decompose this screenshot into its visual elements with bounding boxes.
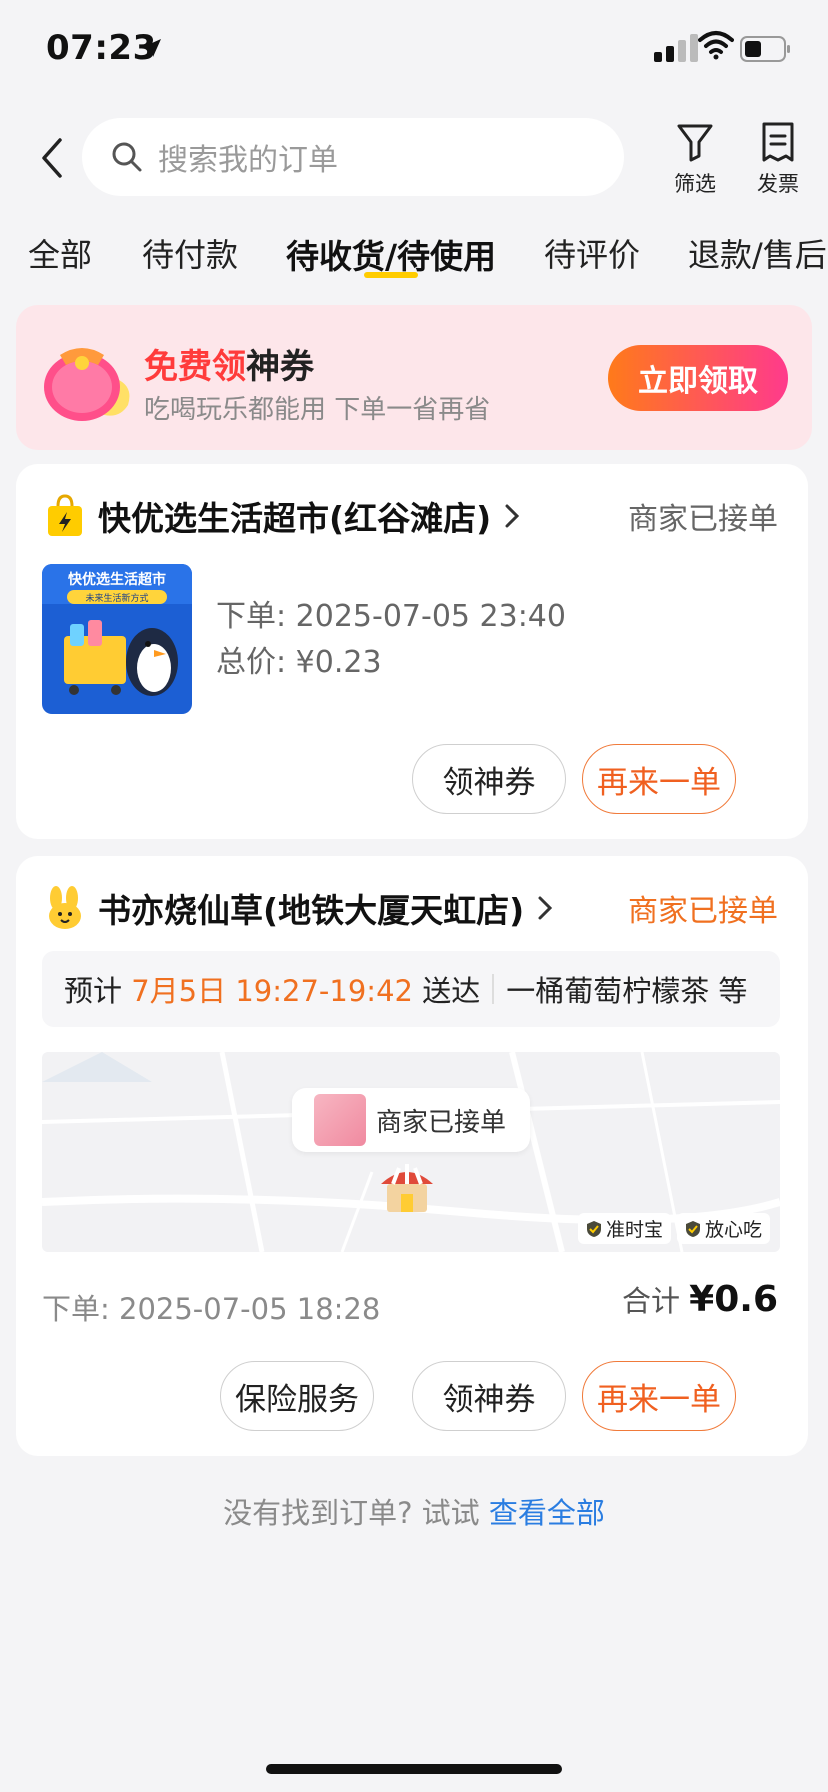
get-coupon-button[interactable]: 领神券 <box>412 744 566 814</box>
order-status: 商家已接单 <box>628 894 778 929</box>
eta-prefix: 预计 <box>64 974 123 1008</box>
eta-suffix: 送达 <box>422 974 481 1008</box>
claim-coupon-button[interactable]: 立即领取 <box>608 345 788 411</box>
insurance-service-button[interactable]: 保险服务 <box>220 1361 374 1431</box>
get-coupon-button[interactable]: 领神券 <box>412 1361 566 1431</box>
search-input[interactable]: 搜索我的订单 <box>82 118 624 196</box>
filter-button[interactable]: 筛选 <box>660 120 730 198</box>
coupon-promo-banner[interactable]: 免费领神券 吃喝玩乐都能用 下单一省再省 立即领取 <box>16 305 812 450</box>
order-total: 合计 ¥0.6 <box>622 1278 778 1320</box>
active-tab-indicator <box>364 272 418 278</box>
shield-icon <box>685 1220 700 1237</box>
battery-icon <box>740 36 790 62</box>
location-arrow-icon <box>143 39 161 57</box>
delivery-map[interactable]: 商家已接单 准时宝 放心吃 <box>42 1052 780 1252</box>
invoice-button[interactable]: 发票 <box>743 120 813 198</box>
view-all-link[interactable]: 查看全部 <box>489 1496 605 1530</box>
order-total: 总价: ¥0.23 <box>216 645 382 680</box>
on-time-label: 准时宝 <box>605 1219 663 1241</box>
shop-name: 快优选生活超市(红谷滩店) <box>98 499 492 538</box>
promo-title-highlight: 免费领 <box>144 347 246 387</box>
promo-title: 免费领神券 <box>144 339 314 388</box>
order-time: 下单: 2025-07-05 23:40 <box>216 599 566 634</box>
promo-title-rest: 神券 <box>246 347 314 387</box>
chevron-right-icon <box>505 504 520 528</box>
reorder-button[interactable]: 再来一单 <box>582 744 736 814</box>
search-placeholder: 搜索我的订单 <box>158 143 338 178</box>
total-value: ¥0.6 <box>689 1279 778 1320</box>
status-bar: 07:23 <box>0 0 828 100</box>
tab-pending-payment[interactable]: 待付款 <box>142 230 238 276</box>
safe-food-badge: 放心吃 <box>676 1213 770 1244</box>
filter-icon <box>677 124 713 162</box>
invoice-label: 发票 <box>757 172 799 196</box>
wifi-icon <box>698 31 734 60</box>
search-icon <box>112 142 142 172</box>
promo-subtitle: 吃喝玩乐都能用 下单一省再省 <box>144 395 491 425</box>
tab-refund[interactable]: 退款/售后 <box>688 230 827 276</box>
safe-food-label: 放心吃 <box>704 1219 762 1241</box>
delivery-eta[interactable]: 预计 7月5日 19:27-19:42 送达 一桶葡萄柠檬茶 等 <box>42 951 780 1027</box>
map-status-text: 商家已接单 <box>376 1107 507 1138</box>
eta-time: 7月5日 19:27-19:42 <box>131 974 413 1008</box>
store-icon <box>381 1164 433 1212</box>
supermarket-image: 快优选生活超市 未来生活新方式 <box>42 564 192 714</box>
footer-hint: 没有找到订单? 试试 查看全部 <box>0 1490 828 1532</box>
shop-mascot-icon <box>49 886 81 929</box>
order-status: 商家已接单 <box>628 502 778 537</box>
shop-thumbnail <box>314 1094 366 1146</box>
reorder-button[interactable]: 再来一单 <box>582 1361 736 1431</box>
invoice-icon <box>762 122 794 162</box>
svg-text:未来生活新方式: 未来生活新方式 <box>85 592 148 604</box>
tab-pending-review[interactable]: 待评价 <box>544 230 640 276</box>
chevron-right-icon <box>538 896 553 920</box>
guarantee-badges: 准时宝 放心吃 <box>577 1213 770 1244</box>
tab-pending-receipt[interactable]: 待收货/待使用 <box>286 230 496 278</box>
product-thumbnail[interactable]: 快优选生活超市 未来生活新方式 <box>42 564 192 714</box>
total-label: 合计 <box>621 1284 680 1318</box>
on-time-badge: 准时宝 <box>577 1213 671 1244</box>
filter-label: 筛选 <box>674 172 716 196</box>
divider <box>492 974 495 1004</box>
shopping-bag-icon <box>48 494 82 536</box>
footer-hint-text: 没有找到订单? 试试 <box>223 1496 480 1530</box>
map-status-bubble: 商家已接单 <box>292 1088 530 1152</box>
svg-text:快优选生活超市: 快优选生活超市 <box>68 571 166 588</box>
shop-link[interactable]: 快优选生活超市(红谷滩店) <box>44 492 521 540</box>
lucky-bag-icon <box>44 348 130 421</box>
shop-link[interactable]: 书亦烧仙草(地铁大厦天虹店) <box>44 884 554 932</box>
back-button[interactable] <box>36 136 68 180</box>
order-card[interactable]: 书亦烧仙草(地铁大厦天虹店) 商家已接单 预计 7月5日 19:27-19:42… <box>16 856 808 1456</box>
home-indicator[interactable] <box>266 1764 562 1774</box>
order-time: 下单: 2025-07-05 18:28 <box>42 1292 381 1326</box>
tab-all[interactable]: 全部 <box>28 230 92 276</box>
cellular-signal-icon <box>654 34 698 62</box>
shop-name: 书亦烧仙草(地铁大厦天虹店) <box>98 891 525 930</box>
order-card[interactable]: 快优选生活超市(红谷滩店) 商家已接单 快优选生活超市 未来生活新方式 下单: … <box>16 464 808 839</box>
shield-icon <box>586 1220 601 1237</box>
order-items: 一桶葡萄柠檬茶 等 <box>506 974 748 1008</box>
order-info: 下单: 2025-07-05 23:40 总价: ¥0.23 <box>216 594 566 686</box>
order-tabs: 全部 待付款 待收货/待使用 待评价 退款/售后 <box>0 230 828 290</box>
